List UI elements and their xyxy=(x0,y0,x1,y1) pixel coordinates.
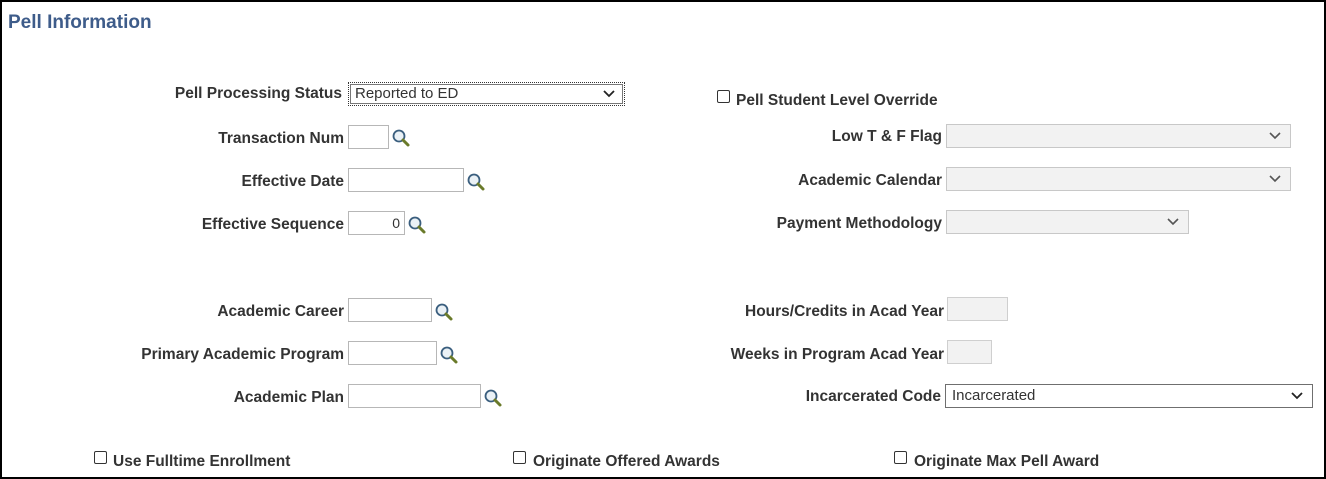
use-fulltime-enrollment-checkbox[interactable] xyxy=(94,451,107,464)
transaction-num-input[interactable] xyxy=(348,125,389,149)
primary-academic-program-input[interactable] xyxy=(348,341,437,365)
magnifier-icon[interactable] xyxy=(391,128,411,148)
effective-date-label: Effective Date xyxy=(241,173,344,190)
magnifier-icon[interactable] xyxy=(434,302,454,322)
pell-student-level-override-checkbox[interactable] xyxy=(717,90,730,103)
effective-sequence-input[interactable]: 0 xyxy=(348,211,405,235)
use-fulltime-enrollment-label: Use Fulltime Enrollment xyxy=(113,453,291,470)
academic-calendar-label: Academic Calendar xyxy=(798,172,942,189)
incarcerated-code-select[interactable]: Incarcerated xyxy=(945,384,1313,408)
originate-offered-awards-label: Originate Offered Awards xyxy=(533,453,720,470)
pell-student-level-override-label: Pell Student Level Override xyxy=(736,92,938,109)
chevron-down-icon xyxy=(1269,175,1281,183)
transaction-num-label: Transaction Num xyxy=(218,130,344,147)
payment-methodology-label: Payment Methodology xyxy=(776,215,942,232)
academic-career-label: Academic Career xyxy=(217,303,344,320)
chevron-down-icon xyxy=(1167,218,1179,226)
chevron-down-icon xyxy=(1291,392,1303,400)
incarcerated-code-value: Incarcerated xyxy=(952,387,1036,404)
pell-processing-status-value: Reported to ED xyxy=(355,85,459,102)
low-tf-flag-select[interactable] xyxy=(946,124,1291,148)
academic-calendar-select[interactable] xyxy=(946,167,1291,191)
magnifier-icon[interactable] xyxy=(439,345,459,365)
chevron-down-icon xyxy=(603,90,615,98)
effective-date-input[interactable] xyxy=(348,168,464,192)
pell-processing-status-label: Pell Processing Status xyxy=(174,85,342,102)
hours-credits-label: Hours/Credits in Acad Year xyxy=(745,303,944,320)
incarcerated-code-label: Incarcerated Code xyxy=(805,388,941,405)
pell-processing-status-select[interactable]: Reported to ED xyxy=(348,82,625,106)
payment-methodology-select[interactable] xyxy=(946,210,1189,234)
magnifier-icon[interactable] xyxy=(407,215,427,235)
primary-academic-program-label: Primary Academic Program xyxy=(141,346,344,363)
low-tf-flag-label: Low T & F Flag xyxy=(831,128,942,145)
originate-max-pell-award-label: Originate Max Pell Award xyxy=(914,453,1100,470)
hours-credits-field xyxy=(947,297,1008,321)
chevron-down-icon xyxy=(1269,132,1281,140)
weeks-in-program-label: Weeks in Program Acad Year xyxy=(730,346,944,363)
magnifier-icon[interactable] xyxy=(483,388,503,408)
academic-plan-label: Academic Plan xyxy=(233,389,344,406)
effective-sequence-label: Effective Sequence xyxy=(201,216,344,233)
weeks-in-program-field xyxy=(947,340,992,364)
page-title: Pell Information xyxy=(8,12,152,33)
pell-information-panel: Pell Information Pell Processing Status … xyxy=(0,0,1326,479)
magnifier-icon[interactable] xyxy=(466,172,486,192)
originate-offered-awards-checkbox[interactable] xyxy=(513,451,526,464)
academic-plan-input[interactable] xyxy=(348,384,481,408)
originate-max-pell-award-checkbox[interactable] xyxy=(894,451,907,464)
academic-career-input[interactable] xyxy=(348,298,432,322)
